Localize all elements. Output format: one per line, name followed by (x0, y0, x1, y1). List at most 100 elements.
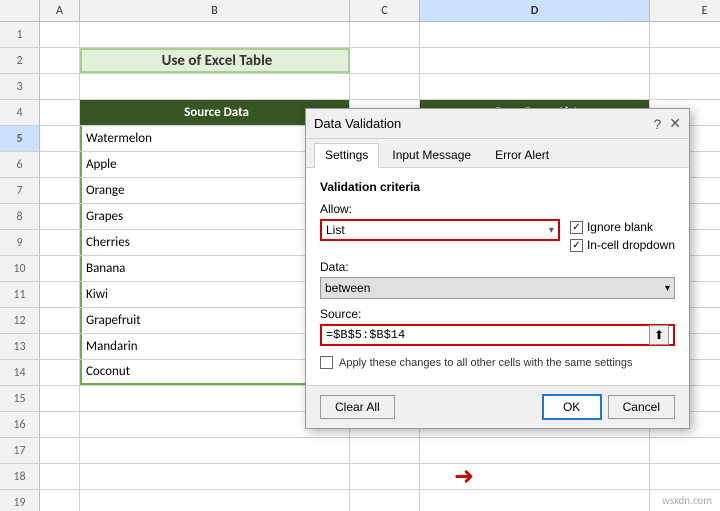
row-num-16: 16 (0, 412, 40, 437)
cell-a4[interactable] (40, 100, 80, 125)
cell-b17[interactable] (80, 438, 350, 463)
cell-a8[interactable] (40, 204, 80, 229)
help-button[interactable]: ? (653, 116, 661, 132)
cell-d17[interactable] (420, 438, 650, 463)
ok-button[interactable]: OK (542, 394, 602, 420)
row-num-2: 2 (0, 48, 40, 73)
apply-checkbox[interactable] (320, 356, 333, 369)
dialog-titlebar: Data Validation ? ✕ (306, 109, 689, 139)
cell-a10[interactable] (40, 256, 80, 281)
table-row: 3 (0, 74, 720, 100)
row-num-12: 12 (0, 308, 40, 333)
data-select-value: between (325, 281, 370, 295)
source-row: Source: =$B$5:$B$14 ⬆ (320, 307, 675, 346)
cell-a15[interactable] (40, 386, 80, 411)
cell-b19[interactable] (80, 490, 350, 511)
row-num-11: 11 (0, 282, 40, 307)
data-label: Data: (320, 260, 675, 274)
cell-a19[interactable] (40, 490, 80, 511)
allow-select[interactable]: List ▾ (320, 219, 560, 241)
cell-d18-arrow: ➜ (420, 464, 650, 489)
row-num-3: 3 (0, 74, 40, 99)
cell-c17[interactable] (350, 438, 420, 463)
row-num-10: 10 (0, 256, 40, 281)
dialog-title: Data Validation (314, 116, 401, 131)
checkbox-col: ✓ Ignore blank ✓ In-cell dropdown (570, 202, 675, 252)
row-num-1: 1 (0, 22, 40, 47)
row-num-6: 6 (0, 152, 40, 177)
cell-d2[interactable] (420, 48, 650, 73)
col-header-e: E (650, 0, 720, 21)
cell-a5[interactable] (40, 126, 80, 151)
cell-a6[interactable] (40, 152, 80, 177)
row-num-9: 9 (0, 230, 40, 255)
cell-c19[interactable] (350, 490, 420, 511)
data-select-arrow-icon: ▾ (665, 283, 670, 294)
table-row: 2 Use of Excel Table (0, 48, 720, 74)
cell-a18[interactable] (40, 464, 80, 489)
ignore-blank-label: Ignore blank (587, 220, 653, 234)
col-header-d: D (420, 0, 650, 21)
cell-a9[interactable] (40, 230, 80, 255)
cell-e18[interactable] (650, 464, 720, 489)
dialog-controls: ? ✕ (653, 115, 681, 132)
allow-label: Allow: (320, 202, 560, 216)
tab-settings[interactable]: Settings (314, 143, 379, 168)
cell-b18[interactable] (80, 464, 350, 489)
column-headers: A B C D E (0, 0, 720, 22)
incell-dropdown-checkbox[interactable]: ✓ (570, 239, 583, 252)
source-input[interactable]: =$B$5:$B$14 ⬆ (320, 324, 675, 346)
cell-b3[interactable] (80, 74, 350, 99)
col-header-c: C (350, 0, 420, 21)
apply-label: Apply these changes to all other cells w… (339, 357, 633, 369)
cancel-button[interactable]: Cancel (608, 395, 675, 419)
allow-select-arrow-icon: ▾ (549, 225, 554, 236)
cell-e17[interactable] (650, 438, 720, 463)
allow-col: Allow: List ▾ (320, 202, 560, 241)
cell-c1[interactable] (350, 22, 420, 47)
cell-a17[interactable] (40, 438, 80, 463)
clear-all-button[interactable]: Clear All (320, 395, 395, 419)
cell-e1[interactable] (650, 22, 720, 47)
tab-error-alert[interactable]: Error Alert (484, 143, 560, 167)
cell-a7[interactable] (40, 178, 80, 203)
dialog-body: Validation criteria Allow: List ▾ ✓ Igno… (306, 168, 689, 385)
cell-a11[interactable] (40, 282, 80, 307)
cell-c18[interactable] (350, 464, 420, 489)
cell-a3[interactable] (40, 74, 80, 99)
col-header-a: A (40, 0, 80, 21)
ignore-blank-checkbox[interactable]: ✓ (570, 221, 583, 234)
cell-e2[interactable] (650, 48, 720, 73)
tab-input-message[interactable]: Input Message (381, 143, 482, 167)
cell-a14[interactable] (40, 360, 80, 385)
data-row: Data: between ▾ (320, 260, 675, 299)
data-select[interactable]: between ▾ (320, 277, 675, 299)
cell-a12[interactable] (40, 308, 80, 333)
cell-a13[interactable] (40, 334, 80, 359)
table-row: 1 (0, 22, 720, 48)
table-row: 19 (0, 490, 720, 511)
apply-row: Apply these changes to all other cells w… (320, 356, 675, 369)
cell-d1[interactable] (420, 22, 650, 47)
cell-c2[interactable] (350, 48, 420, 73)
row-num-15: 15 (0, 386, 40, 411)
close-button[interactable]: ✕ (669, 115, 681, 132)
cell-d3[interactable] (420, 74, 650, 99)
cell-a2[interactable] (40, 48, 80, 73)
cell-e3[interactable] (650, 74, 720, 99)
source-input-value: =$B$5:$B$14 (326, 328, 649, 342)
cell-a16[interactable] (40, 412, 80, 437)
cell-b1[interactable] (80, 22, 350, 47)
validation-criteria-label: Validation criteria (320, 180, 675, 194)
cell-c3[interactable] (350, 74, 420, 99)
cell-d19[interactable] (420, 490, 650, 511)
cell-a1[interactable] (40, 22, 80, 47)
footer-left: Clear All (320, 395, 395, 419)
watermark: wsxdn.com (662, 494, 712, 507)
table-row: 17 (0, 438, 720, 464)
dialog-tabs: Settings Input Message Error Alert (306, 139, 689, 168)
cell-title[interactable]: Use of Excel Table (80, 48, 350, 73)
allow-select-value: List (326, 223, 549, 237)
footer-right: OK Cancel (542, 394, 675, 420)
source-collapse-button[interactable]: ⬆ (649, 325, 669, 345)
